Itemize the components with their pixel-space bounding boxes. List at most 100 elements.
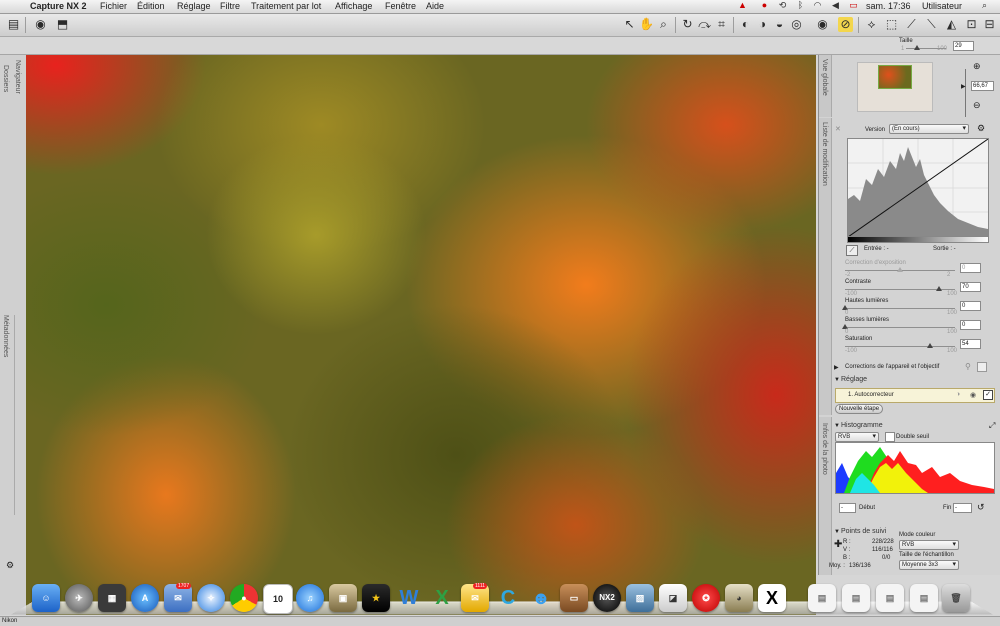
bird-eye-tab[interactable]: Vue globale (821, 59, 828, 96)
calendar-icon[interactable]: 10 (263, 584, 293, 614)
antivirus-icon[interactable]: ● (760, 1, 769, 10)
excel-icon[interactable]: X (428, 584, 456, 612)
imovie-star-icon[interactable]: ★ (362, 584, 390, 612)
slider-knob[interactable] (935, 286, 942, 291)
minimized-window-4[interactable]: ▤ (910, 584, 938, 612)
hand-tool-icon[interactable]: ✋ (639, 17, 654, 32)
volume-icon[interactable]: ◀ (831, 1, 840, 10)
finder-icon[interactable]: ☺ (32, 584, 60, 612)
size-slider-knob[interactable] (914, 45, 920, 50)
slider-track[interactable] (845, 346, 955, 347)
camera-corrections-label[interactable]: Corrections de l'appareil et l'objectif (845, 364, 939, 370)
chrome-icon[interactable]: ● (230, 584, 258, 612)
presentation-icon[interactable]: ▭ (560, 584, 588, 612)
link-icon[interactable]: ⚲ (965, 362, 971, 371)
red-eye-tool-icon[interactable]: ◎ (789, 17, 804, 32)
slider-knob[interactable] (926, 343, 933, 348)
bluetooth-icon[interactable]: ᛒ (796, 1, 805, 10)
direct-select-tool-icon[interactable]: ↖ (622, 17, 637, 32)
minimized-window-3[interactable]: ▤ (876, 584, 904, 612)
crop-tool-icon[interactable]: ⌗ (714, 17, 729, 32)
menu-reglage[interactable]: Réglage (177, 1, 211, 11)
wifi-icon[interactable]: ◠ (813, 1, 822, 10)
c-app-icon[interactable]: C (494, 584, 522, 612)
slider-knob[interactable] (897, 267, 903, 272)
acrobat-icon[interactable]: ✪ (692, 584, 720, 612)
levels-curve-graph[interactable] (847, 138, 989, 238)
spotlight-search-icon[interactable]: ⌕ (980, 1, 989, 10)
photo-info-tab[interactable]: Infos de la photo (821, 423, 828, 475)
menu-filtre[interactable]: Filtre (220, 1, 240, 11)
rgb-histogram[interactable] (835, 442, 995, 494)
slider-value-input[interactable]: 0 (960, 263, 981, 273)
zoom-out-icon[interactable]: ⊖ (973, 100, 981, 111)
expand-triangle-icon[interactable]: ▶ (834, 364, 839, 371)
double-threshold-checkbox[interactable] (885, 432, 895, 442)
word-icon[interactable]: W (395, 584, 423, 612)
battery-icon[interactable]: ▭ (849, 1, 858, 10)
edit-list-tab[interactable]: Liste de modification (821, 122, 828, 186)
menubar-user[interactable]: Utilisateur (922, 1, 962, 11)
zoom-tool-icon[interactable]: ⌕ (656, 17, 671, 32)
minimized-window-2[interactable]: ▤ (842, 584, 870, 612)
auto-retouch-brush-icon[interactable]: ◉ (815, 17, 830, 32)
color-mode-select[interactable]: RVB (899, 540, 959, 550)
minimized-window-1[interactable]: ▤ (808, 584, 836, 612)
collapse-triangle-icon[interactable]: ▼ (834, 377, 840, 383)
straighten-icon[interactable]: ⤼ (697, 17, 712, 32)
zoom-value-input[interactable]: 66,67 (971, 81, 994, 91)
launchpad-icon[interactable]: ✈ (65, 584, 93, 612)
step-enabled-checkbox[interactable]: ✓ (983, 390, 993, 400)
preview-icon[interactable]: ▨ (626, 584, 654, 612)
app-menu[interactable]: Capture NX 2 (30, 1, 87, 11)
messenger-icon[interactable]: ☻ (527, 584, 555, 612)
collapse-icon[interactable]: ✕ (835, 125, 841, 133)
histogram-collapse-icon[interactable]: ▼ (834, 423, 840, 429)
gimp-icon[interactable]: ◕ (725, 584, 753, 612)
camera-corrections-checkbox[interactable] (977, 362, 987, 372)
gear-icon[interactable]: ⚙ (6, 560, 14, 571)
menubar-clock[interactable]: sam. 17:36 (866, 1, 911, 11)
zoom-in-icon[interactable]: ⊕ (973, 61, 981, 72)
menu-fenetre[interactable]: Fenêtre (385, 1, 416, 11)
step-row[interactable]: 1. Autocorrecteur ◑ ◉ ✓ (835, 388, 995, 403)
step-opacity-icon[interactable]: ◑ (956, 391, 960, 398)
tracking-collapse-icon[interactable]: ▼ (834, 529, 840, 535)
settings-gear-icon[interactable]: ⚙ (977, 123, 985, 134)
menu-fichier[interactable]: Fichier (100, 1, 127, 11)
slider-value-input[interactable]: 70 (960, 282, 981, 292)
bird-eye-viewport[interactable] (878, 65, 912, 89)
version-select[interactable]: (En cours) (889, 124, 969, 134)
sample-size-select[interactable]: Moyenne 3x3 (899, 560, 959, 570)
eyedropper-icon[interactable]: ⟋ (846, 245, 858, 256)
step-visibility-icon[interactable]: ◉ (970, 391, 976, 399)
slider-value-input[interactable]: 54 (960, 339, 981, 349)
eraser-icon[interactable]: ⊟ (982, 17, 997, 32)
folders-tab[interactable]: Dossiers (2, 65, 9, 92)
tracking-target-icon[interactable]: ✚ (834, 539, 842, 550)
trash-icon[interactable]: 🗑 (942, 584, 970, 612)
workspace-icon[interactable]: ▤ (6, 17, 21, 32)
fill-icon[interactable]: ◭ (944, 17, 959, 32)
brush-icon[interactable]: ⟋ (904, 17, 919, 32)
start-input[interactable]: - (839, 503, 856, 513)
white-control-point-icon[interactable]: ◒ (772, 17, 787, 32)
size-input[interactable]: 29 (953, 41, 974, 51)
export-icon[interactable]: ⬒ (55, 17, 70, 32)
rotate-icon[interactable]: ↻ (680, 17, 695, 32)
app-store-icon[interactable]: A (131, 584, 159, 612)
adobe-status-icon[interactable]: ▲ (738, 1, 747, 10)
slider-track[interactable] (845, 327, 955, 328)
camera-import-icon[interactable]: ◉ (33, 17, 48, 32)
new-step-button[interactable]: Nouvelle étape (835, 404, 884, 414)
metadata-tab[interactable]: Métadonnées (2, 315, 9, 357)
x11-icon[interactable]: X (758, 584, 786, 612)
capture-nx-icon[interactable]: NX2 (593, 584, 621, 612)
slider-value-input[interactable]: 0 (960, 301, 981, 311)
color-control-point-icon[interactable]: ⊘ (838, 17, 853, 32)
safari-icon[interactable]: ✧ (197, 584, 225, 612)
marquee-icon[interactable]: ⬚ (884, 17, 899, 32)
end-input[interactable]: - (953, 503, 972, 513)
photos-icon[interactable]: ◪ (659, 584, 687, 612)
itunes-icon[interactable]: ♫ (296, 584, 324, 612)
